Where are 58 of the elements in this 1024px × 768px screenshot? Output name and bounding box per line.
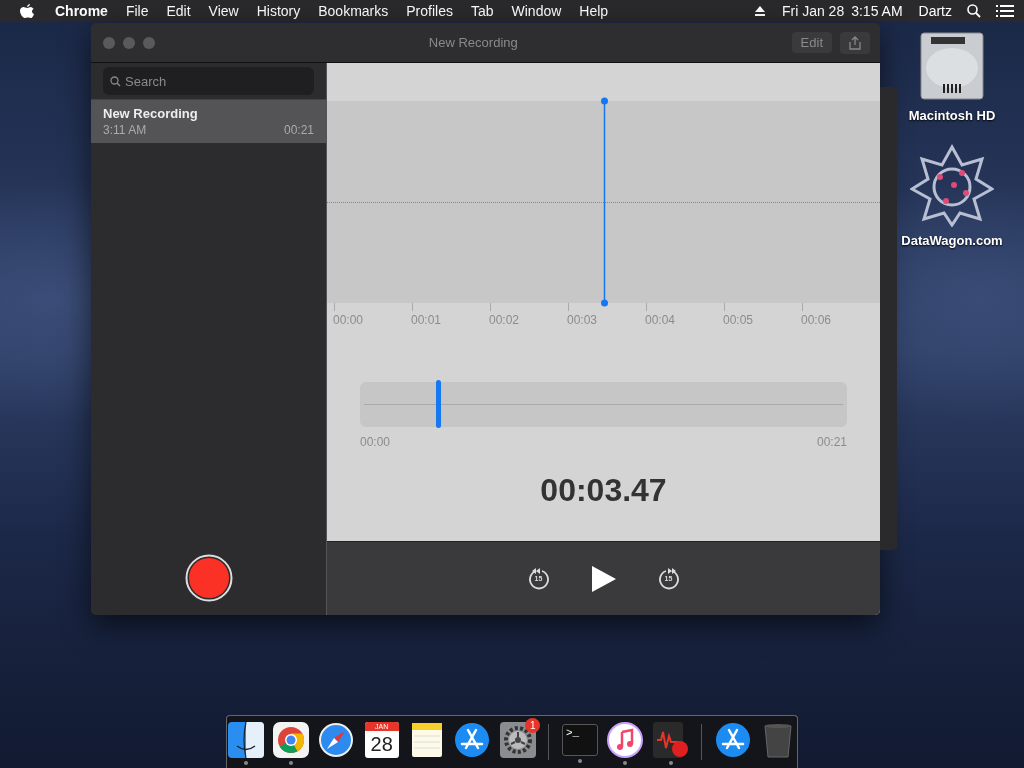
app-store-icon[interactable] [715,722,752,758]
chrome-icon[interactable] [272,722,309,758]
timeline-label: 00:06 [801,313,832,327]
search-icon[interactable] [966,3,982,19]
menu-item[interactable]: Profiles [406,3,453,19]
record-button[interactable] [184,554,233,602]
timeline-label: 00:04 [645,313,676,327]
user-name[interactable]: Dartz [918,3,952,19]
notification-badge: 1 [525,718,541,733]
current-time: 00:03.47 [539,472,668,509]
search-icon [110,76,121,87]
scrubber-end-time: 00:21 [816,435,847,449]
menu-item[interactable]: Edit [166,3,191,19]
timeline-label: 00:02 [489,313,520,327]
recording-item[interactable]: New Recording 3:11 AM 00:21 [91,99,326,143]
share-button[interactable] [840,31,870,54]
terminal-icon[interactable]: >_ [562,724,598,756]
timeline-label: 00:01 [411,313,442,327]
timeline-label: 00:00 [333,313,364,327]
timeline-label: 00:03 [567,313,598,327]
waveform-icon[interactable] [652,722,689,758]
menu-date[interactable]: Fri Jan 28 [781,3,845,19]
trash-icon[interactable] [763,722,794,758]
hard-drive-icon [917,30,987,102]
recording-time: 3:11 AM [103,123,147,137]
apple-icon[interactable] [20,3,35,19]
menu-item[interactable]: View [208,3,239,19]
scrubber-handle[interactable] [435,380,441,428]
menu-item[interactable]: Window [511,3,562,19]
app-store-icon[interactable] [454,722,491,758]
menu-clock[interactable]: 3:15 AM [851,3,903,19]
list-icon[interactable] [996,4,1014,18]
scrubber-start-time: 00:00 [360,435,391,449]
menu-item[interactable]: Help [579,3,609,19]
menu-item[interactable]: File [125,3,149,19]
menu-item[interactable]: History [256,3,301,19]
app-menu[interactable]: Chrome [55,3,108,19]
timeline-label: 00:05 [723,313,754,327]
menu-item[interactable]: Tab [470,3,494,19]
notepad-icon[interactable] [411,722,443,758]
play-icon [590,564,617,593]
search-field[interactable]: Search [103,67,314,95]
music-note-icon[interactable] [607,722,644,758]
share-icon [849,35,861,50]
window-title: New Recording [427,35,519,50]
desktop-icon-label[interactable]: Macintosh HD [908,108,996,123]
menu-item[interactable]: Bookmarks [318,3,389,19]
calendar-day: 28 [370,731,393,757]
eject-icon[interactable] [753,5,766,17]
desktop-icon-label[interactable]: DataWagon.com [901,233,1003,248]
recording-name: New Recording [103,106,199,121]
star-icon [910,143,994,227]
scrubber-track[interactable] [360,382,847,427]
finder-icon[interactable] [227,722,264,758]
recording-duration: 00:21 [283,123,314,137]
compass-icon[interactable] [318,722,355,758]
play-button[interactable] [590,564,617,593]
gear-icon[interactable] [499,722,536,758]
